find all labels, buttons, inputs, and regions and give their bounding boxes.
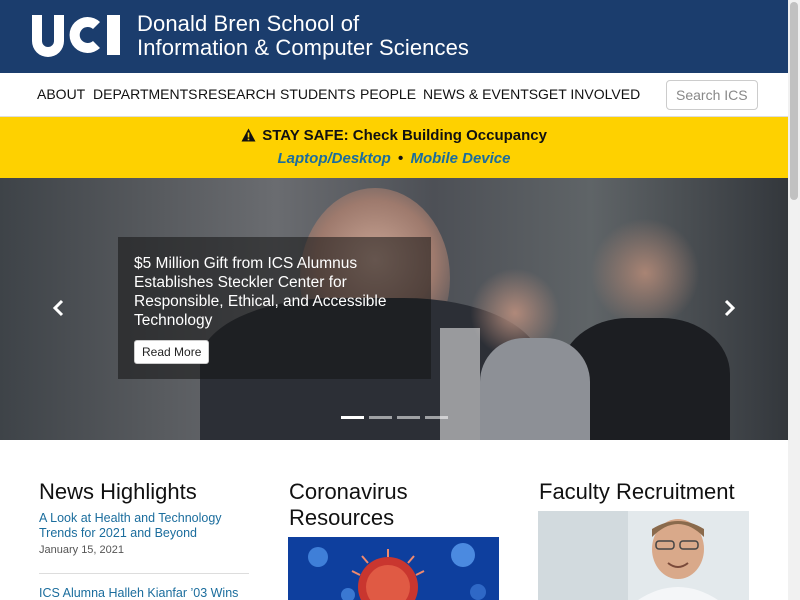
news-highlights-heading: News Highlights: [39, 479, 197, 504]
carousel-indicator-2[interactable]: [369, 416, 392, 419]
site-header: Donald Bren School of Information & Comp…: [0, 0, 788, 73]
hero-carousel[interactable]: $5 Million Gift from ICS Alumnus Establi…: [0, 178, 788, 440]
carousel-indicator-1[interactable]: [341, 416, 364, 419]
nav-item-departments[interactable]: Departments: [93, 86, 198, 102]
chevron-right-icon[interactable]: [722, 299, 736, 321]
carousel-indicator-4[interactable]: [425, 416, 448, 419]
faculty-recruitment-heading[interactable]: Faculty Recruitment: [539, 479, 735, 505]
school-name[interactable]: Donald Bren School of Information & Comp…: [137, 12, 469, 60]
uci-logo[interactable]: [30, 13, 125, 57]
news-item-link[interactable]: A Look at Health and Technology Trends f…: [39, 511, 244, 541]
coronavirus-resources-heading[interactable]: Coronavirus Resources: [289, 479, 489, 531]
read-more-button[interactable]: Read More: [134, 340, 210, 364]
faculty-recruitment-image[interactable]: [538, 511, 749, 600]
alert-title: STAY SAFE: Check Building Occupancy: [0, 127, 788, 144]
news-item-link[interactable]: ICS Alumna Halleh Kianfar ’03 Wins: [39, 586, 249, 600]
nav-item-about[interactable]: About: [37, 86, 85, 102]
nav-item-students[interactable]: Students: [280, 86, 355, 102]
alert-title-text: STAY SAFE: Check Building Occupancy: [262, 127, 547, 144]
laptop-desktop-link[interactable]: Laptop/Desktop: [278, 150, 391, 167]
school-name-line1: Donald Bren School of: [137, 11, 360, 36]
hero-caption-title[interactable]: $5 Million Gift from ICS Alumnus Establi…: [134, 254, 424, 330]
school-name-line2: Information & Computer Sciences: [137, 35, 470, 60]
coronavirus-image[interactable]: [288, 537, 499, 600]
news-divider: [39, 573, 249, 574]
page-scrollbar[interactable]: [788, 0, 800, 600]
alert-separator: •: [398, 150, 404, 167]
scrollbar-thumb[interactable]: [790, 2, 798, 200]
nav-item-research[interactable]: Research: [198, 86, 276, 102]
safety-alert-banner: STAY SAFE: Check Building Occupancy Lapt…: [0, 117, 788, 178]
hero-caption: $5 Million Gift from ICS Alumnus Establi…: [118, 237, 431, 379]
main-nav: About Departments Research Students Peop…: [0, 73, 788, 117]
nav-item-get-involved[interactable]: Get Involved: [538, 86, 640, 102]
warning-icon: [241, 128, 256, 142]
carousel-indicator-3[interactable]: [397, 416, 420, 419]
mobile-device-link[interactable]: Mobile Device: [410, 150, 510, 167]
search-input[interactable]: [666, 80, 758, 110]
news-item-date: January 15, 2021: [39, 544, 125, 556]
nav-item-news-events[interactable]: News & Events: [423, 86, 538, 102]
nav-item-people[interactable]: People: [360, 86, 416, 102]
alert-links: Laptop/Desktop • Mobile Device: [0, 150, 788, 167]
chevron-left-icon[interactable]: [52, 299, 66, 321]
